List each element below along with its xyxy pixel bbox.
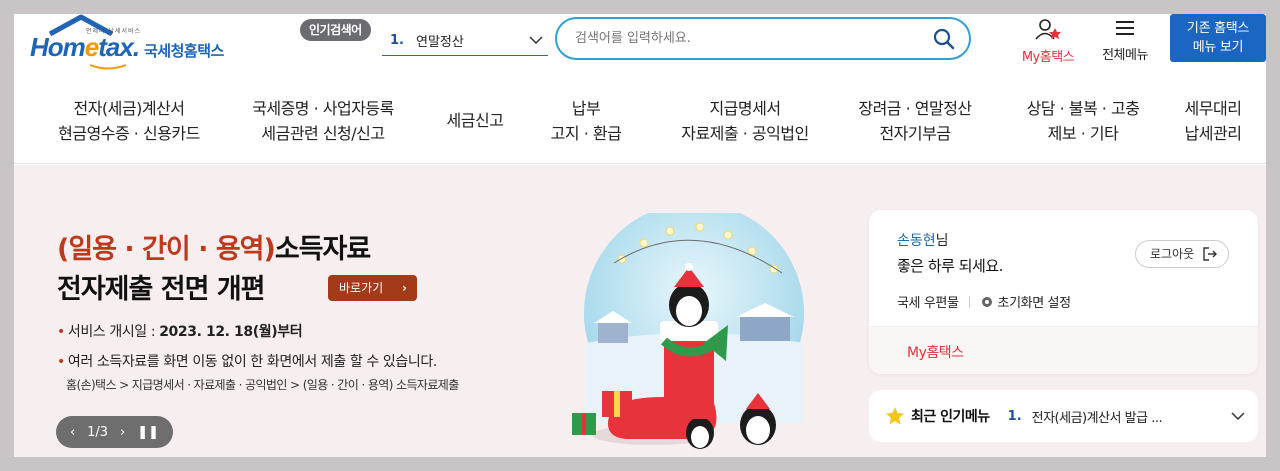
search-icon[interactable] — [933, 28, 955, 50]
card-footer: My홈택스 — [869, 326, 1258, 374]
nav-item-consult[interactable]: 상담 · 불복 · 고충 제보 · 기타 — [1008, 96, 1158, 146]
old-hometax-menu-button[interactable]: 기존 홈택스 메뉴 보기 — [1170, 14, 1266, 62]
hometax-logo[interactable]: 언제나 납세서비스 Hometax. 국세청홈택스 — [28, 14, 238, 70]
all-menu-label: 전체메뉴 — [1102, 48, 1148, 63]
banner-title-line2: 전자제출 전면 개편 — [57, 274, 266, 305]
my-hometax-link[interactable]: My홈택스 — [1012, 18, 1084, 65]
popular-search-badge: 인기검색어 — [300, 19, 371, 41]
login-card: 손동현님 좋은 하루 되세요. 로그아웃 국세 우편물 초기화면 설정 My홈택… — [869, 210, 1258, 374]
nav-label: 전자기부금 — [879, 124, 951, 143]
banner-go-button[interactable]: 바로가기 › — [328, 275, 417, 301]
popular-rank: 1. — [390, 33, 404, 48]
nav-item-payment-statement[interactable]: 지급명세서 자료제출 · 공익법인 — [662, 96, 828, 146]
nav-label: 납부 — [571, 99, 601, 118]
nav-item-incentive[interactable]: 장려금 · 연말정산 전자기부금 — [844, 96, 986, 146]
chevron-right-icon: › — [402, 281, 407, 295]
search-input[interactable] — [575, 31, 915, 46]
prev-slide-icon[interactable]: ‹ — [70, 425, 75, 440]
pause-icon[interactable]: ❚❚ — [137, 425, 159, 440]
card-links: 국세 우편물 초기화면 설정 — [897, 292, 1071, 311]
all-menu-button[interactable]: 전체메뉴 — [1094, 18, 1156, 63]
main-content: (일용 · 간이 · 용역)소득자료 전자제출 전면 개편 바로가기 › • 서비… — [14, 165, 1266, 457]
popular-menu-rank: 1. — [1007, 408, 1022, 424]
logo-brand: Hometax. — [30, 32, 140, 62]
chevron-down-icon — [1231, 412, 1245, 421]
nav-label: 세금신고 — [446, 111, 504, 130]
nav-label: 고지 · 환급 — [550, 124, 622, 143]
popular-menu-item: 전자(세금)계산서 발급 ... — [1031, 410, 1163, 426]
banner-pager: ‹ 1/3 › ❚❚ — [56, 416, 173, 448]
christmas-illustration — [572, 213, 804, 449]
nav-label: 세무대리 — [1184, 99, 1242, 118]
nav-item-certificate[interactable]: 국세증명 · 사업자등록 세금관련 신청/신고 — [240, 96, 406, 146]
banner-menu-path: 홈(손)택스 > 지급명세서 · 자료제출 · 공익법인 > (일용 · 간이 … — [66, 378, 459, 392]
popular-menu-title: 최근 인기메뉴 — [911, 409, 990, 425]
next-slide-icon[interactable]: › — [120, 425, 125, 440]
service-start-info: • 서비스 개시일 : 2023. 12. 18(월)부터 — [57, 324, 303, 340]
nav-label: 납세관리 — [1184, 124, 1242, 143]
nav-label: 세금관련 신청/신고 — [261, 124, 385, 143]
nav-item-e-invoice[interactable]: 전자(세금)계산서 현금영수증 · 신용카드 — [44, 96, 214, 146]
nav-label: 전자(세금)계산서 — [73, 99, 185, 118]
logo-swoosh-icon — [89, 64, 127, 70]
my-hometax-label: My홈택스 — [1021, 50, 1075, 65]
popular-search-select[interactable]: 1. 연말정산 — [382, 26, 548, 56]
nav-label: 장려금 · 연말정산 — [858, 99, 972, 118]
star-icon — [886, 407, 904, 425]
hamburger-menu-icon — [1116, 21, 1134, 35]
go-button-label: 바로가기 — [339, 281, 384, 295]
main-nav: 전자(세금)계산서 현금영수증 · 신용카드 국세증명 · 사업자등록 세금관련… — [14, 96, 1266, 146]
slide-counter: 1/3 — [87, 424, 109, 440]
divider — [968, 295, 970, 308]
old-menu-line2: 메뉴 보기 — [1192, 40, 1244, 55]
logout-button[interactable]: 로그아웃 — [1135, 240, 1229, 268]
nav-item-tax-agent[interactable]: 세무대리 납세관리 — [1176, 96, 1250, 146]
init-screen-link[interactable]: 초기화면 설정 — [980, 292, 1071, 311]
logout-label: 로그아웃 — [1150, 247, 1195, 261]
banner-description: • 여러 소득자료를 화면 이동 없이 한 화면에서 제출 할 수 있습니다. — [57, 354, 437, 370]
nav-item-payment[interactable]: 납부 고지 · 환급 — [538, 96, 634, 146]
old-menu-line1: 기존 홈택스 — [1186, 21, 1250, 36]
logout-icon — [1203, 247, 1217, 261]
logo-korean-name: 국세청홈택스 — [144, 42, 224, 60]
recent-popular-menu[interactable]: 최근 인기메뉴 1. 전자(세금)계산서 발급 ... — [869, 390, 1258, 442]
search-box — [555, 17, 971, 60]
gear-icon — [981, 296, 992, 307]
tax-mailbox-link[interactable]: 국세 우편물 — [897, 292, 959, 311]
chevron-down-icon — [529, 36, 543, 45]
nav-label: 상담 · 불복 · 고충 — [1026, 99, 1140, 118]
header: 언제나 납세서비스 Hometax. 국세청홈택스 인기검색어 1. 연말정산 — [14, 14, 1266, 164]
nav-label: 국세증명 · 사업자등록 — [252, 99, 394, 118]
nav-item-tax-report[interactable]: 세금신고 — [428, 108, 522, 133]
init-screen-label: 초기화면 설정 — [997, 296, 1071, 311]
card-my-hometax-link[interactable]: My홈택스 — [907, 342, 964, 362]
page-frame: 언제나 납세서비스 Hometax. 국세청홈택스 인기검색어 1. 연말정산 — [14, 14, 1266, 457]
nav-label: 지급명세서 — [709, 99, 781, 118]
nav-label: 현금영수증 · 신용카드 — [58, 124, 200, 143]
banner-title-line1: (일용 · 간이 · 용역)소득자료 — [57, 234, 371, 265]
popular-term: 연말정산 — [415, 35, 464, 50]
user-name-line: 손동현님 — [897, 233, 949, 249]
greeting-text: 좋은 하루 되세요. — [897, 257, 1003, 275]
user-star-icon — [1035, 19, 1061, 40]
nav-label: 자료제출 · 공익법인 — [681, 124, 809, 143]
nav-label: 제보 · 기타 — [1047, 124, 1119, 143]
